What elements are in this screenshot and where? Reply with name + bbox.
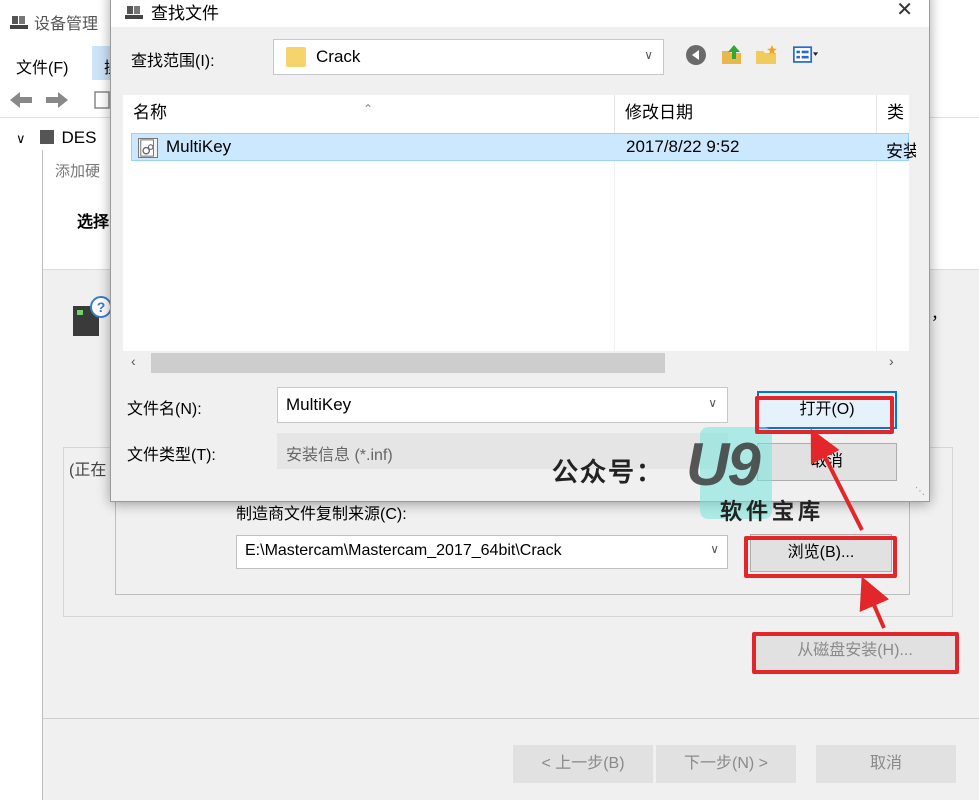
back-icon[interactable] [683,43,709,67]
wizard-heading: 选择 [77,214,110,231]
wizard-divider [43,718,979,719]
wizard-group-label: (正在 [67,456,109,480]
file-name-cell: MultiKey [166,137,232,156]
folder-icon [286,47,306,67]
watermark-prefix: 公众号： [552,457,665,487]
properties-icon[interactable] [94,90,110,110]
computer-icon [39,130,54,144]
highlight-have-disk-button [752,632,959,674]
highlight-browse-button [744,536,897,578]
column-header-date[interactable]: 修改日期 [615,95,877,133]
file-type-value: 安装信息 (*.inf) [286,447,393,464]
setup-file-icon [138,138,158,158]
wizard-cancel-button[interactable]: 取消 [816,745,956,783]
watermark-subtitle: 软件宝库 [720,499,825,524]
chevron-down-icon[interactable]: ∨ [710,542,719,556]
wizard-title: 添加硬 [55,163,101,180]
device-manager-icon [10,15,28,31]
copy-source-label: 制造商文件复制来源(C): [236,506,407,523]
column-separator [876,133,877,353]
hardware-help-icon: ? [73,296,112,336]
file-row[interactable]: MultiKey 2017/8/22 9:52 安装 [131,133,916,161]
column-header-type[interactable]: 类型 [877,95,917,133]
back-button[interactable]: < 上一步(B) [513,745,653,783]
find-file-title: 查找文件 [125,0,219,24]
close-icon[interactable]: ✕ [896,0,913,22]
file-name-value: MultiKey [286,395,352,414]
next-button[interactable]: 下一步(N) > [656,745,796,783]
watermark-brand: U9 [686,431,761,498]
column-name-label: 名称 [133,103,167,122]
horizontal-scrollbar[interactable]: ‹ › [123,351,909,375]
scroll-right-icon[interactable]: › [889,353,894,369]
device-manager-title-text: 设备管理 [34,16,99,33]
menu-file[interactable]: 文件(F) [16,54,68,78]
column-header-name[interactable]: 名称 ⌃ [123,95,615,133]
new-folder-icon[interactable] [754,43,780,67]
scroll-left-icon[interactable]: ‹ [131,353,136,369]
view-menu-icon[interactable] [793,43,819,67]
back-forward-icon[interactable] [8,88,88,112]
file-name-combobox[interactable]: MultiKey ∨ [277,387,728,423]
column-separator [614,133,615,353]
sort-up-icon: ⌃ [363,102,374,116]
chevron-down-icon[interactable]: ∨ [708,396,717,410]
chevron-down-icon[interactable]: ∨ [16,131,26,146]
device-manager-title: 设备管理 [10,10,98,34]
find-file-titlebar: 查找文件 ✕ [111,0,929,27]
file-type-label: 文件类型(T): [127,447,216,464]
wizard-text-fragment: ， [931,306,948,323]
file-name-label: 文件名(N): [127,401,202,418]
resize-grip-icon[interactable]: ⋱ [915,486,925,497]
look-in-value: Crack [316,47,361,66]
highlight-open-button [755,396,894,434]
copy-source-combobox[interactable]: E:\Mastercam\Mastercam_2017_64bit\Crack … [236,535,728,569]
svg-text:?: ? [97,299,106,315]
find-file-cancel-button[interactable]: 取消 [757,443,897,481]
look-in-label: 查找范围(I): [131,53,215,70]
file-list[interactable]: 名称 ⌃ 修改日期 类型 MultiKey 2017/8/22 9:52 安装 [123,95,916,375]
copy-source-value: E:\Mastercam\Mastercam_2017_64bit\Crack [245,542,562,559]
file-type-cell: 安装 [886,142,916,161]
up-folder-icon[interactable] [719,43,745,67]
tree-root-label: DES [61,128,97,147]
tree-root-node[interactable]: ∨ DES [16,128,96,148]
scrollbar-thumb[interactable] [151,353,665,373]
look-in-combobox[interactable]: Crack ∨ [273,39,664,75]
device-manager-icon [125,5,143,21]
file-date-cell: 2017/8/22 9:52 [626,137,740,156]
chevron-down-icon[interactable]: ∨ [644,48,653,62]
find-file-title-text: 查找文件 [151,4,219,23]
